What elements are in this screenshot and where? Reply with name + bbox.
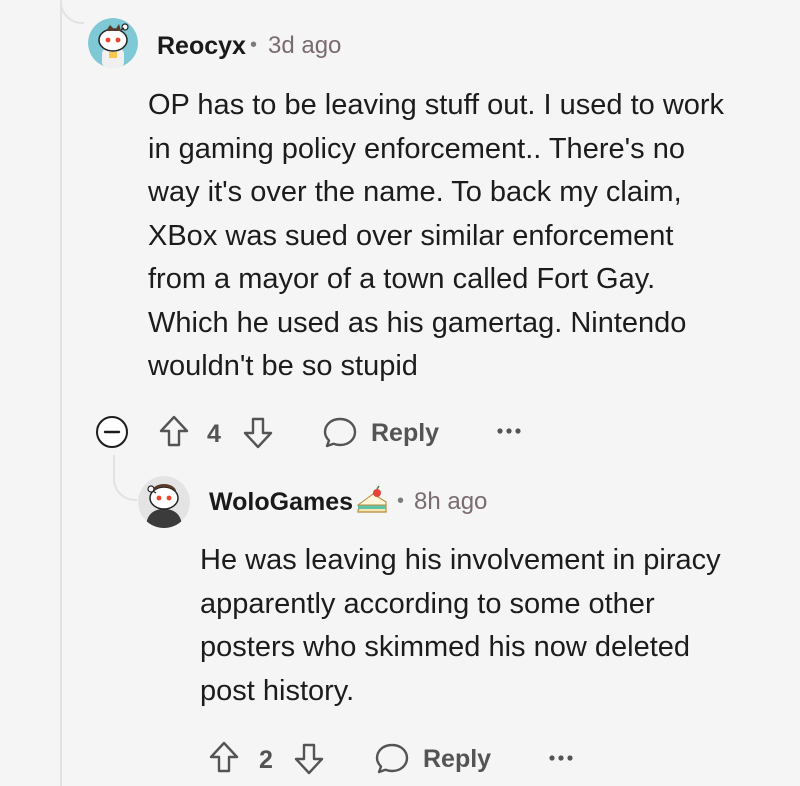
comment-body: OP has to be leaving stuff out. I used t… — [148, 84, 724, 389]
comment-line: way it's over the name. To back my claim… — [148, 176, 682, 208]
speech-bubble-icon — [374, 741, 410, 782]
downvote-icon[interactable] — [293, 742, 325, 781]
speech-bubble-icon — [322, 415, 358, 456]
more-icon[interactable] — [496, 424, 522, 443]
username[interactable]: Reocyx — [157, 32, 246, 61]
score: 2 — [259, 746, 273, 774]
cake-day-icon — [355, 484, 389, 523]
thread-line — [60, 0, 62, 786]
comment-body: He was leaving his involvement in piracy… — [200, 539, 721, 713]
comment-line: from a mayor of a town called Fort Gay. — [148, 263, 656, 295]
reply-label: Reply — [371, 419, 440, 447]
comment-line: OP has to be leaving stuff out. I used t… — [148, 89, 725, 121]
comment-line: post history. — [200, 674, 355, 707]
more-icon[interactable] — [548, 751, 574, 770]
upvote-icon[interactable] — [208, 740, 240, 779]
username[interactable]: WoloGames — [209, 488, 353, 517]
thread-connector — [113, 455, 137, 501]
comment-line: He was leaving his involvement in piracy — [200, 544, 721, 576]
timestamp[interactable]: 3d ago — [268, 32, 341, 60]
avatar[interactable] — [138, 476, 190, 528]
separator-dot: • — [250, 34, 258, 56]
comment-line: in gaming policy enforcement.. There's n… — [148, 132, 685, 165]
comment-line: apparently according to some other — [200, 587, 655, 620]
separator-dot: • — [397, 490, 405, 512]
reply-button[interactable]: Reply — [374, 738, 494, 778]
collapse-icon[interactable] — [94, 414, 130, 450]
comment-line: posters who skimmed his now deleted — [200, 631, 691, 663]
timestamp[interactable]: 8h ago — [414, 488, 487, 516]
avatar[interactable] — [88, 18, 138, 68]
comment-line: Which he used as his gamertag. Nintendo — [148, 306, 687, 339]
reply-button[interactable]: Reply — [322, 412, 442, 452]
downvote-icon[interactable] — [242, 416, 274, 455]
comment-line: wouldn't be so stupid — [148, 350, 418, 382]
comment-line: XBox was sued over similar enforcement — [148, 219, 674, 252]
thread-connector — [60, 0, 84, 24]
upvote-icon[interactable] — [158, 414, 190, 453]
score: 4 — [207, 420, 221, 448]
reply-label: Reply — [423, 745, 492, 773]
